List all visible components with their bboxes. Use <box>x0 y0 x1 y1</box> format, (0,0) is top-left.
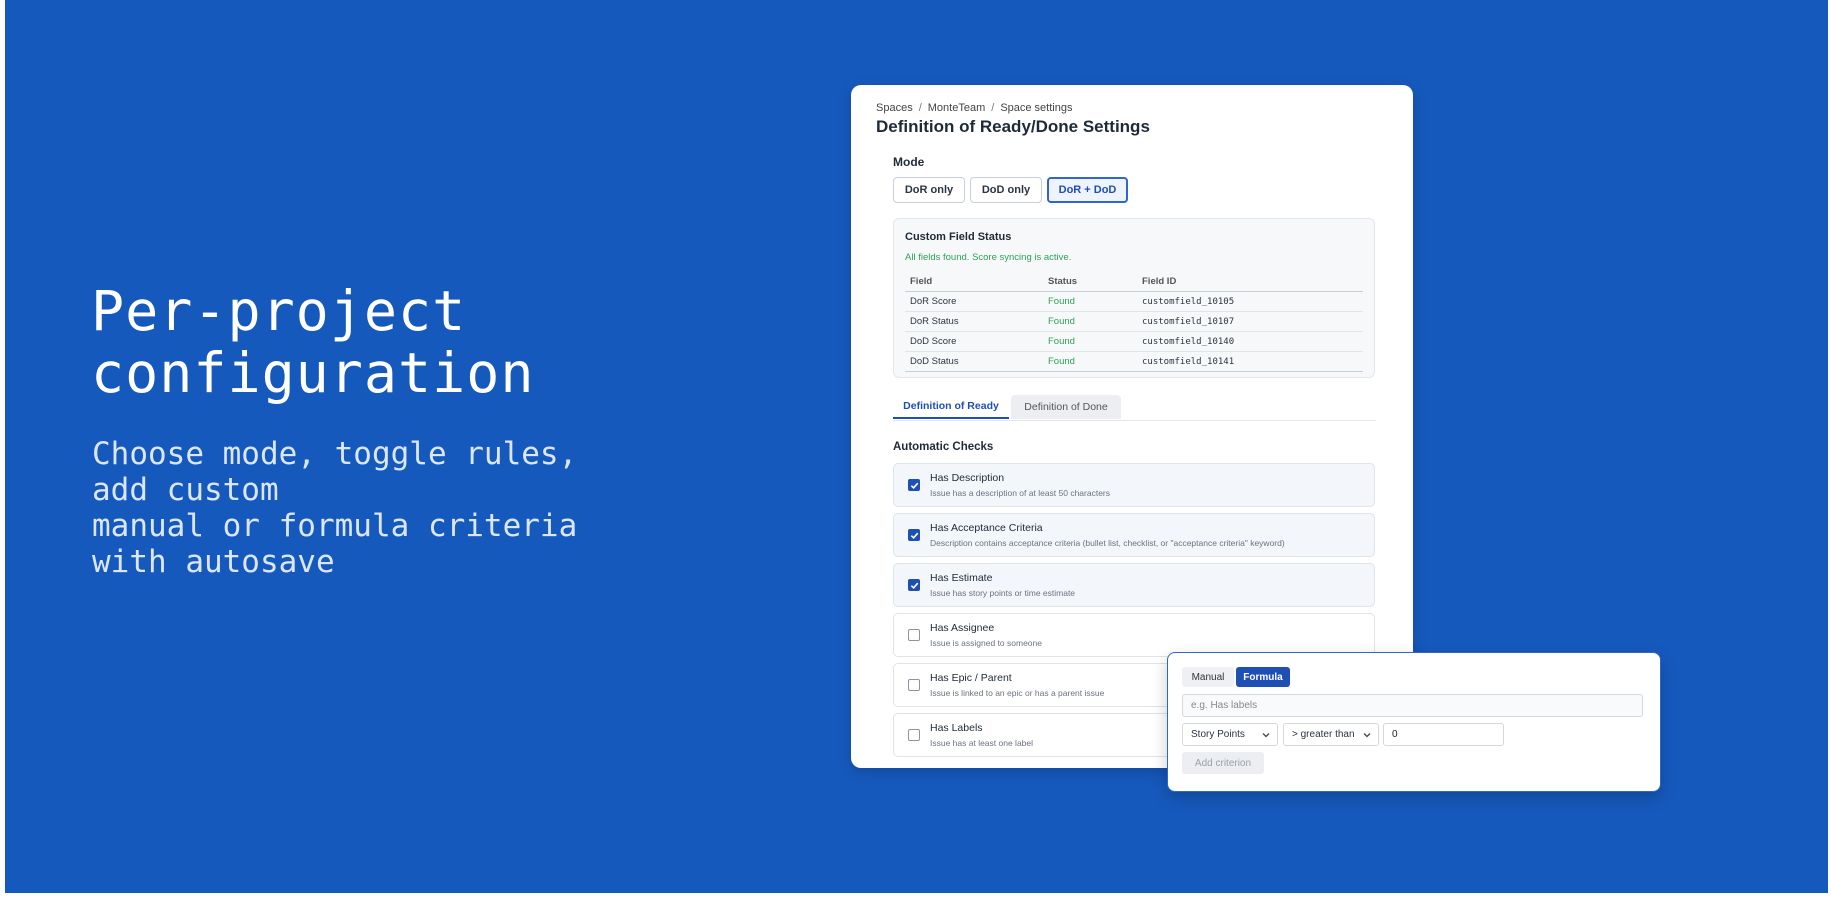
check-description: Issue has a description of at least 50 c… <box>930 488 1111 498</box>
checkbox-unchecked[interactable] <box>908 629 920 641</box>
tab-definition-of-done[interactable]: Definition of Done <box>1011 395 1121 419</box>
check-description: Issue is linked to an epic or has a pare… <box>930 688 1105 698</box>
custom-field-status-title: Custom Field Status <box>905 231 1012 243</box>
field-name: DoR Status <box>905 311 1043 332</box>
hero-subtitle: Choose mode, toggle rules, add custom ma… <box>92 436 578 580</box>
check-icon <box>910 582 918 589</box>
breadcrumb-spaces[interactable]: Spaces <box>876 102 913 114</box>
breadcrumb-separator: / <box>991 102 995 114</box>
mode-dor-dod-button[interactable]: DoR + DoD <box>1047 177 1128 203</box>
check-title: Has Labels <box>930 722 983 734</box>
checkbox-unchecked[interactable] <box>908 729 920 741</box>
check-row-has-description[interactable]: Has Description Issue has a description … <box>893 463 1375 507</box>
checkbox-unchecked[interactable] <box>908 679 920 691</box>
field-id: customfield_10141 <box>1137 351 1363 372</box>
tab-definition-of-ready[interactable]: Definition of Ready <box>893 395 1009 419</box>
mode-label: Mode <box>893 155 925 169</box>
chevron-down-icon <box>1363 733 1371 738</box>
check-description: Issue has at least one label <box>930 738 1034 748</box>
breadcrumb-team[interactable]: MonteTeam <box>928 102 985 114</box>
column-header-field-id: Field ID <box>1137 272 1363 292</box>
field-status: Found <box>1043 351 1137 372</box>
field-id: customfield_10140 <box>1137 331 1363 352</box>
table-row: DoD Score Found customfield_10140 <box>905 331 1363 352</box>
breadcrumb-space-settings[interactable]: Space settings <box>1000 102 1072 114</box>
table-row: DoR Status Found customfield_10107 <box>905 311 1363 332</box>
column-header-status: Status <box>1043 272 1137 292</box>
custom-field-status-message: All fields found. Score syncing is activ… <box>905 252 1072 263</box>
criterion-name-input[interactable] <box>1182 694 1643 717</box>
custom-field-table: Field Status Field ID DoR Score Found cu… <box>905 272 1363 372</box>
hero-title: Per-project configuration <box>91 280 534 404</box>
operator-select-value: > greater than <box>1292 729 1355 740</box>
hero-title-line-2: configuration <box>91 341 535 405</box>
field-status: Found <box>1043 311 1137 332</box>
table-row: DoD Status Found customfield_10141 <box>905 351 1363 372</box>
definition-tabs: Definition of Ready Definition of Done <box>893 395 1375 421</box>
value-input[interactable]: 0 <box>1383 723 1504 746</box>
field-status: Found <box>1043 331 1137 352</box>
mode-dor-only-button[interactable]: DoR only <box>893 177 965 203</box>
check-description: Issue has story points or time estimate <box>930 588 1076 598</box>
field-select[interactable]: Story Points <box>1182 723 1278 746</box>
check-title: Has Description <box>930 472 1005 484</box>
check-title: Has Epic / Parent <box>930 672 1012 684</box>
check-description: Issue is assigned to someone <box>930 638 1042 648</box>
breadcrumb: Spaces / MonteTeam / Space settings <box>876 102 1072 114</box>
check-row-has-assignee[interactable]: Has Assignee Issue is assigned to someon… <box>893 613 1375 657</box>
mode-dod-only-button[interactable]: DoD only <box>970 177 1042 203</box>
field-id: customfield_10107 <box>1137 311 1363 332</box>
table-row: DoR Score Found customfield_10105 <box>905 291 1363 312</box>
checkbox-checked[interactable] <box>908 479 920 491</box>
checkbox-checked[interactable] <box>908 529 920 541</box>
checkbox-checked[interactable] <box>908 579 920 591</box>
check-icon <box>910 532 918 539</box>
check-title: Has Estimate <box>930 572 993 584</box>
field-id: customfield_10105 <box>1137 291 1363 312</box>
check-title: Has Assignee <box>930 622 995 634</box>
criterion-mode-formula[interactable]: Formula <box>1236 667 1290 687</box>
field-name: DoR Score <box>905 291 1043 312</box>
page-title: Definition of Ready/Done Settings <box>876 117 1150 136</box>
automatic-checks-heading: Automatic Checks <box>893 441 994 453</box>
hero-title-line-1: Per-project <box>91 279 467 343</box>
check-row-has-acceptance-criteria[interactable]: Has Acceptance Criteria Description cont… <box>893 513 1375 557</box>
check-title: Has Acceptance Criteria <box>930 522 1043 534</box>
breadcrumb-separator: / <box>918 102 922 114</box>
check-icon <box>910 482 918 489</box>
check-row-has-estimate[interactable]: Has Estimate Issue has story points or t… <box>893 563 1375 607</box>
field-status: Found <box>1043 291 1137 312</box>
operator-select[interactable]: > greater than <box>1283 723 1379 746</box>
field-name: DoD Status <box>905 351 1043 372</box>
add-criterion-button[interactable]: Add criterion <box>1182 752 1264 774</box>
field-select-value: Story Points <box>1191 729 1245 740</box>
criterion-mode-manual[interactable]: Manual <box>1182 667 1234 687</box>
field-name: DoD Score <box>905 331 1043 352</box>
column-header-field: Field <box>905 272 1043 292</box>
add-criterion-popup: Manual Formula Story Points > greater th… <box>1167 652 1661 792</box>
custom-field-status-card: Custom Field Status All fields found. Sc… <box>893 218 1375 378</box>
chevron-down-icon <box>1262 733 1270 738</box>
check-description: Description contains acceptance criteria… <box>930 538 1285 548</box>
